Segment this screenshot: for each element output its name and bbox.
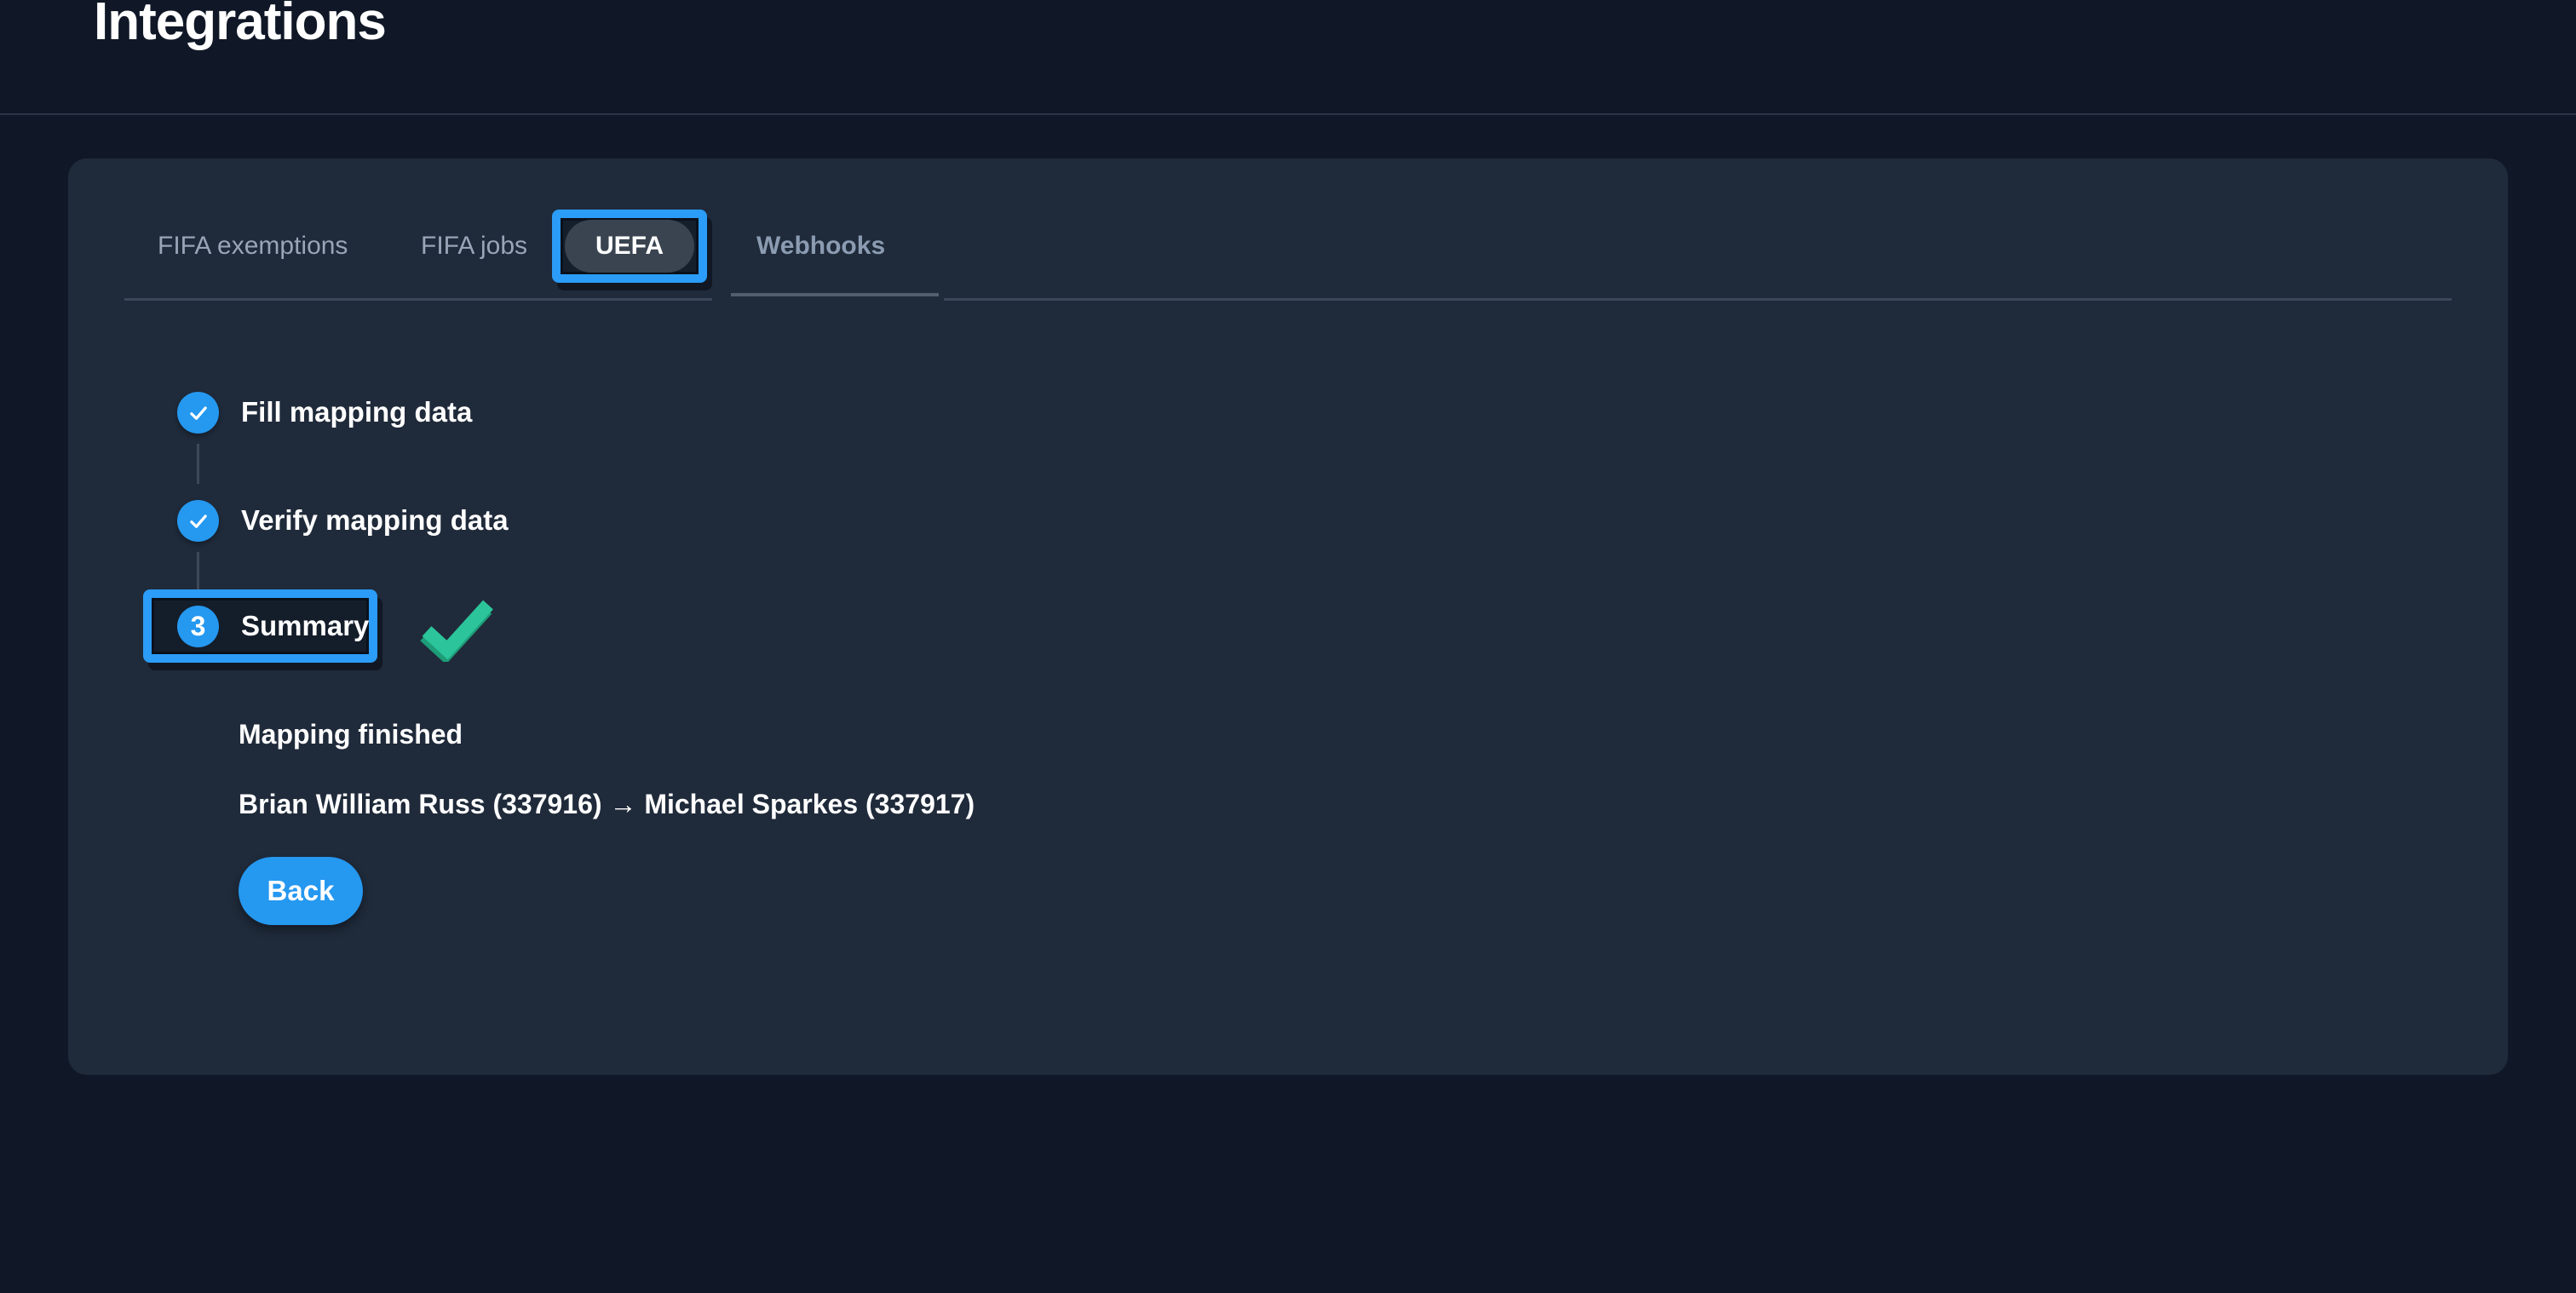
tab-webhooks[interactable]: Webhooks bbox=[756, 232, 885, 261]
tab-uefa-focus-ring[interactable]: UEFA bbox=[552, 210, 707, 283]
step-connector-2 bbox=[197, 552, 199, 589]
step-2-label[interactable]: Verify mapping data bbox=[241, 505, 509, 536]
step-3-label[interactable]: Summary bbox=[241, 610, 369, 642]
page-title: Integrations bbox=[94, 0, 386, 58]
tab-uefa[interactable]: UEFA bbox=[565, 220, 694, 273]
check-icon bbox=[186, 400, 211, 426]
integrations-card: FIFA exemptions FIFA jobs UEFA Webhooks … bbox=[68, 158, 2508, 1075]
tabs-divider-webhooks-underline bbox=[731, 293, 939, 296]
step-connector-1 bbox=[197, 444, 199, 484]
integrations-page: Integrations FIFA exemptions FIFA jobs U… bbox=[0, 0, 2576, 1293]
mapping-status-text: Mapping finished bbox=[239, 717, 463, 751]
tab-fifa-jobs[interactable]: FIFA jobs bbox=[421, 232, 527, 261]
step-3-focus-ring[interactable]: 3 Summary bbox=[143, 589, 377, 663]
header-divider bbox=[0, 113, 2576, 115]
tabs-divider-left bbox=[124, 298, 712, 301]
step-1-label[interactable]: Fill mapping data bbox=[241, 397, 472, 428]
step-1-completed-circle[interactable] bbox=[177, 392, 219, 434]
check-icon bbox=[186, 509, 211, 534]
step-2-completed-circle[interactable] bbox=[177, 500, 219, 542]
back-button[interactable]: Back bbox=[239, 857, 363, 925]
mapping-result-text: Brian William Russ (337916) → Michael Sp… bbox=[239, 787, 975, 821]
step-3-number-circle[interactable]: 3 bbox=[177, 606, 219, 647]
tabs-divider-right bbox=[944, 298, 2452, 301]
tab-fifa-exemptions[interactable]: FIFA exemptions bbox=[158, 232, 348, 261]
success-check-icon bbox=[417, 595, 496, 666]
